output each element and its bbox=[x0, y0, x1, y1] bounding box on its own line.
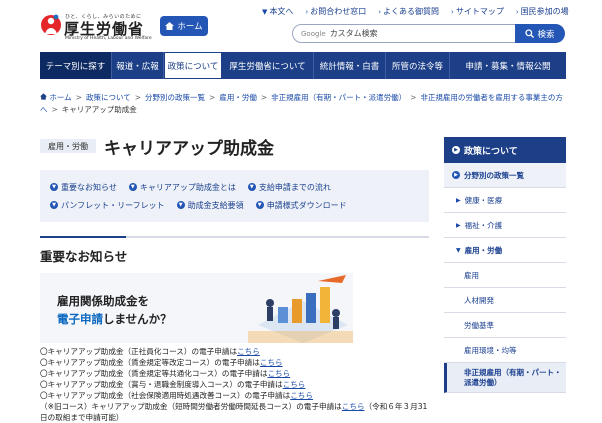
page-title: キャリアアップ助成金 bbox=[104, 139, 274, 159]
ministry-logo[interactable]: ひと、くらし、みらいのために 厚生労働省 Ministry of Health,… bbox=[40, 12, 158, 42]
ministry-logo-mark-icon bbox=[41, 14, 61, 35]
anchor-row: ▼ パンフレット・リーフレット ▼ 助成金支給要領 ▼ 申請様式ダウンロード bbox=[50, 196, 419, 214]
e-application-banner[interactable]: 雇用関係助成金を 電子申請しませんか？ bbox=[40, 273, 353, 343]
side-nav-child-employment[interactable]: 雇用 bbox=[444, 263, 566, 288]
chevron-down-icon: ▼ bbox=[255, 201, 264, 209]
search-input[interactable]: Google カスタム検索 bbox=[292, 24, 516, 43]
notice-link[interactable]: こちら bbox=[283, 380, 306, 389]
house-icon bbox=[40, 93, 47, 100]
anchor-guidelines[interactable]: ▼ 助成金支給要領 bbox=[176, 200, 244, 211]
list-item: 〇キャリアアップ助成金（賞与・退職金制度導入コース）の電子申請はこちら bbox=[40, 380, 306, 389]
home-button[interactable]: ホーム bbox=[160, 16, 208, 36]
util-link-sitemap[interactable]: › サイトマップ bbox=[451, 6, 504, 17]
notice-link[interactable]: こちら bbox=[237, 347, 260, 356]
anchor-forms-download[interactable]: ▼ 申請様式ダウンロード bbox=[255, 200, 347, 211]
side-nav-item-health[interactable]: ▶ 健康・医療 bbox=[444, 188, 566, 213]
section-divider bbox=[40, 236, 429, 238]
notice-link[interactable]: こちら bbox=[290, 391, 313, 400]
chevron-right-icon: ▶ bbox=[452, 146, 460, 154]
chevron-right-icon: ▶ bbox=[456, 196, 461, 204]
nav-press[interactable]: 報道・広報 bbox=[112, 52, 164, 79]
arrow-icon: ▼ bbox=[262, 8, 268, 16]
breadcrumb-policy[interactable]: 政策について bbox=[86, 93, 131, 102]
category-tag: 雇用・労働 bbox=[40, 139, 96, 153]
notice-link[interactable]: こちら bbox=[342, 402, 365, 411]
side-nav-item-welfare[interactable]: ▶ 福祉・介護 bbox=[444, 213, 566, 238]
list-item-continuation: 日の取組まで申請可能） bbox=[40, 413, 124, 422]
notice-link[interactable]: こちら bbox=[267, 369, 290, 378]
chevron-down-icon: ▼ bbox=[50, 183, 58, 191]
breadcrumb-current: キャリアアップ助成金 bbox=[61, 105, 137, 114]
nav-policy[interactable]: 政策について bbox=[164, 52, 222, 79]
notice-link[interactable]: こちら bbox=[260, 358, 283, 367]
home-button-label: ホーム bbox=[177, 22, 203, 32]
anchor-pamphlets[interactable]: ▼ パンフレット・リーフレット bbox=[50, 200, 165, 211]
util-link-contact[interactable]: › お問合わせ窓口 bbox=[305, 6, 366, 17]
util-link-participation[interactable]: › 国民参加の場 bbox=[516, 6, 569, 17]
anchor-links: ▼ 重要なお知らせ ▼ キャリアアップ助成金とは ▼ 支給申請までの流れ ▼ パンフレッ… bbox=[40, 170, 429, 222]
banner-line1: 雇用関係助成金を bbox=[57, 294, 149, 308]
breadcrumb-separator: > bbox=[51, 105, 58, 114]
chevron-down-icon: ▼ bbox=[50, 201, 58, 209]
breadcrumb-home[interactable]: ホーム bbox=[49, 93, 71, 102]
search-placeholder: カスタム検索 bbox=[329, 29, 378, 38]
nav-applications[interactable]: 申請・募集・情報公開 bbox=[450, 52, 566, 79]
chevron-right-icon: › bbox=[378, 8, 382, 16]
breadcrumb-separator: > bbox=[410, 93, 417, 102]
banner-illustration bbox=[248, 275, 353, 343]
breadcrumb: ホーム > 政策について > 分野別の政策一覧 > 雇用・労働 > 非正規雇用（有期・パート・派… bbox=[40, 92, 566, 116]
chevron-right-icon: › bbox=[305, 8, 309, 16]
global-nav: テーマ別に探す 報道・広報 政策について 厚生労働省について 統計情報・白書 所… bbox=[40, 52, 566, 79]
side-nav-child-equality[interactable]: 雇用環境・均等 bbox=[444, 338, 566, 363]
list-item: 〇キャリアアップ助成金（賃金規定等共通化コース）の電子申請はこちら bbox=[40, 369, 291, 378]
chevron-down-icon: ▼ bbox=[247, 183, 256, 191]
side-nav-item-employment[interactable]: ▼ 雇用・労働 bbox=[444, 238, 566, 263]
list-item: 〇キャリアアップ助成金（正社員化コース）の電子申請はこちら bbox=[40, 347, 260, 356]
anchor-important-notice[interactable]: ▼ 重要なお知らせ bbox=[50, 182, 117, 193]
search-button[interactable]: 検索 bbox=[515, 24, 565, 43]
anchor-application-flow[interactable]: ▼ 支給申請までの流れ bbox=[247, 182, 331, 193]
nav-laws[interactable]: 所管の法令等 bbox=[386, 52, 450, 79]
banner-line2: 電子申請しませんか？ bbox=[57, 312, 172, 326]
util-link-skip[interactable]: ▼ 本文へ bbox=[262, 6, 293, 17]
breadcrumb-employment[interactable]: 雇用・労働 bbox=[219, 93, 257, 102]
side-nav-child-hr-development[interactable]: 人材開発 bbox=[444, 288, 566, 313]
side-nav-child-labor-standards[interactable]: 労働基準 bbox=[444, 313, 566, 338]
site-header: ひと、くらし、みらいのために 厚生労働省 Ministry of Health,… bbox=[0, 0, 602, 50]
side-nav-field-list[interactable]: ▶ 分野別の政策一覧 bbox=[444, 163, 566, 188]
chevron-right-icon: ▶ bbox=[452, 171, 460, 179]
breadcrumb-non-regular[interactable]: 非正規雇用（有期・パート・派遣労働） bbox=[271, 93, 406, 102]
breadcrumb-separator: > bbox=[209, 93, 216, 102]
notice-list: 〇キャリアアップ助成金（正社員化コース）の電子申請はこちら 〇キャリアアップ助成… bbox=[40, 346, 440, 423]
breadcrumb-separator: > bbox=[260, 93, 268, 102]
section-heading: 重要なお知らせ bbox=[40, 249, 128, 264]
breadcrumb-field-list[interactable]: 分野別の政策一覧 bbox=[145, 93, 205, 102]
chevron-right-icon: › bbox=[451, 8, 454, 16]
search-brand: Google bbox=[301, 29, 326, 38]
nav-about[interactable]: 厚生労働省について bbox=[222, 52, 314, 79]
anchor-row: ▼ 重要なお知らせ ▼ キャリアアップ助成金とは ▼ 支給申請までの流れ bbox=[50, 178, 419, 196]
breadcrumb-separator: > bbox=[134, 93, 142, 102]
chevron-down-icon: ▼ bbox=[128, 183, 137, 191]
list-item: 〇キャリアアップ助成金（社会保険適用時処遇改善コース）の電子申請はこちら bbox=[40, 391, 313, 400]
util-link-faq[interactable]: › よくある御質問 bbox=[378, 6, 439, 17]
logo-english-name: Ministry of Health, Labour and Welfare bbox=[65, 36, 152, 41]
list-item: （※旧コース）キャリアアップ助成金（短時間労働者労働時間延長コース）の電子申請は… bbox=[40, 402, 428, 411]
house-icon bbox=[165, 22, 175, 30]
search-icon bbox=[525, 29, 535, 38]
anchor-about-grant[interactable]: ▼ キャリアアップ助成金とは bbox=[128, 182, 236, 193]
chevron-down-icon: ▼ bbox=[176, 201, 185, 209]
nav-statistics[interactable]: 統計情報・白書 bbox=[314, 52, 386, 79]
chevron-right-icon: ▶ bbox=[456, 221, 461, 229]
side-nav: ▶ 政策について ▶ 分野別の政策一覧 ▶ 健康・医療 ▶ 福祉・介護 ▼ 雇用・労働… bbox=[444, 137, 566, 393]
list-item: 〇キャリアアップ助成金（賃金規定等改定コース）の電子申請はこちら bbox=[40, 358, 283, 367]
search-button-label: 検索 bbox=[537, 29, 555, 40]
chevron-down-icon: ▼ bbox=[456, 246, 461, 254]
chevron-right-icon: › bbox=[515, 8, 519, 16]
side-nav-child-non-regular[interactable]: 非正規雇用（有期・パート・派遣労働） bbox=[444, 363, 566, 393]
utility-links: ▼ 本文へ › お問合わせ窓口 › よくある御質問 › サイトマップ › 国民参加の場 bbox=[262, 6, 569, 17]
side-nav-heading[interactable]: ▶ 政策について bbox=[444, 137, 566, 163]
breadcrumb-separator: > bbox=[75, 93, 82, 102]
nav-theme[interactable]: テーマ別に探す bbox=[40, 52, 112, 79]
